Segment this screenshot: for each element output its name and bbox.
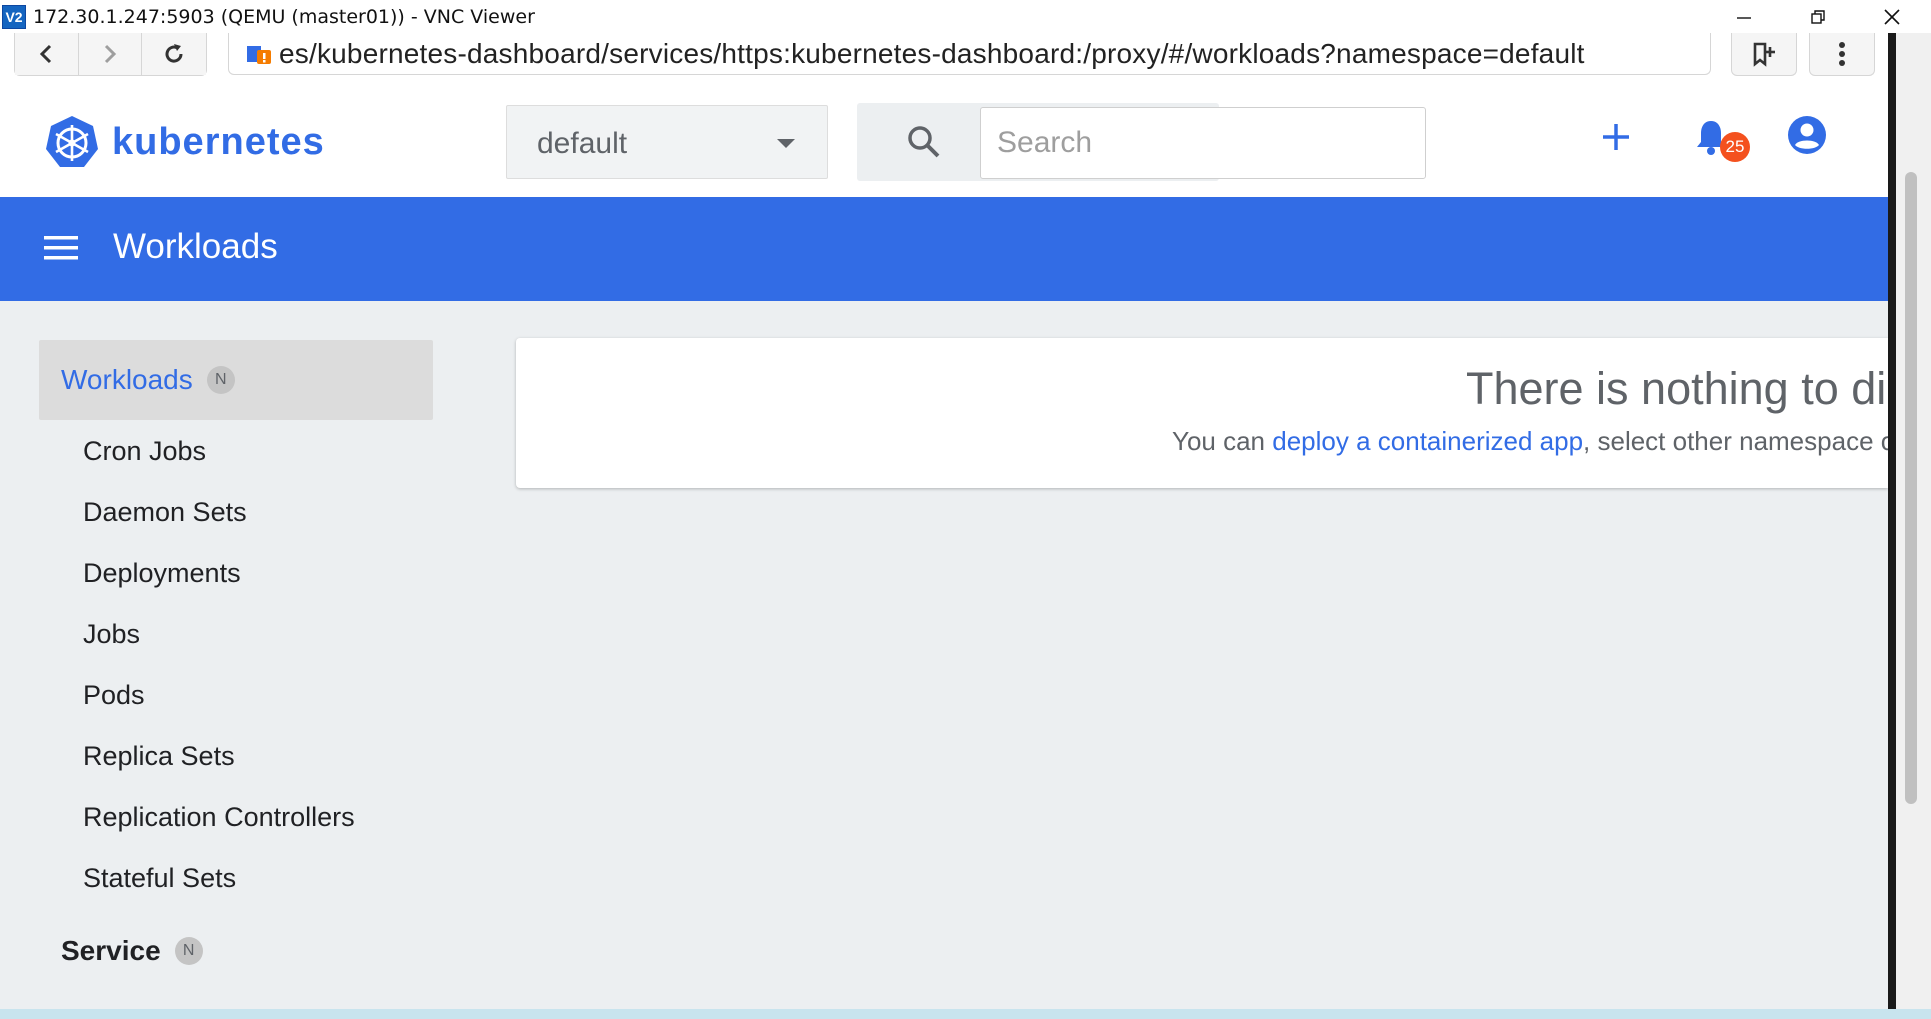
close-icon (1884, 8, 1900, 25)
kubernetes-wheel-icon (46, 116, 98, 167)
reload-icon (165, 44, 183, 63)
namespace-selector[interactable]: default (506, 105, 828, 179)
sidebar-item-workloads[interactable]: Workloads N (61, 364, 235, 396)
search-icon[interactable] (905, 123, 943, 161)
namespaced-chip: N (206, 366, 235, 394)
address-bar[interactable]: es/kubernetes-dashboard/services/https:k… (228, 33, 1711, 75)
page-toolbar: Workloads (0, 197, 1888, 301)
site-warning-icon[interactable] (245, 40, 275, 68)
window-edge (1888, 33, 1896, 1009)
brand-name: kubernetes (112, 120, 325, 163)
empty-state-title: There is nothing to di (1466, 363, 1887, 414)
notification-count-badge: 25 (1720, 132, 1750, 162)
sidebar-item-stateful-sets[interactable]: Stateful Sets (83, 863, 236, 894)
sidebar-item-replica-sets[interactable]: Replica Sets (83, 741, 235, 772)
reload-button[interactable] (142, 33, 206, 75)
dashboard-header: kubernetes default 25 (0, 83, 1888, 197)
search-input[interactable] (980, 107, 1426, 179)
namespaced-chip: N (174, 937, 203, 965)
hamburger-menu-icon[interactable] (44, 235, 78, 261)
empty-state-card: There is nothing to di You can deploy a … (516, 338, 1888, 488)
more-vert-icon (1839, 42, 1845, 66)
sidebar-item-replication-controllers[interactable]: Replication Controllers (83, 802, 355, 833)
sidebar-section-label: Workloads (61, 364, 193, 395)
account-circle-icon[interactable] (1787, 115, 1827, 155)
minimize-button[interactable] (1707, 0, 1781, 33)
sidebar-item-daemon-sets[interactable]: Daemon Sets (83, 497, 247, 528)
browser-menu-button[interactable] (1809, 33, 1875, 76)
sidebar-item-jobs[interactable]: Jobs (83, 619, 140, 650)
minimize-icon (1737, 16, 1751, 19)
window-title: 172.30.1.247:5903 (QEMU (master01)) - VN… (33, 5, 535, 28)
vertical-scrollbar[interactable] (1896, 33, 1931, 1009)
empty-state-message: You can deploy a containerized app, sele… (1172, 426, 1888, 457)
vnc-app-icon: V2 (2, 4, 26, 29)
sidebar-item-pods[interactable]: Pods (83, 680, 145, 711)
empty-state-prefix: You can (1172, 426, 1273, 456)
restore-icon (1811, 9, 1825, 24)
horizontal-scrollbar[interactable] (0, 1009, 1931, 1019)
dropdown-arrow-icon (777, 139, 795, 148)
scrollbar-thumb[interactable] (1905, 172, 1917, 804)
sidebar-item-deployments[interactable]: Deployments (83, 558, 241, 589)
browser-nav-buttons (14, 33, 207, 76)
main-area: Workloads N Cron Jobs Daemon Sets Deploy… (0, 301, 1888, 1009)
namespace-value: default (537, 127, 628, 160)
bookmark-add-icon (1753, 42, 1775, 67)
forward-button[interactable] (78, 33, 143, 75)
sidebar-item-service[interactable]: Service N (61, 935, 203, 967)
kubernetes-logo[interactable]: kubernetes (44, 114, 325, 170)
back-button[interactable] (15, 33, 79, 75)
bookmark-button[interactable] (1731, 33, 1797, 76)
empty-state-suffix: , select other namespace or (1583, 426, 1888, 456)
restore-button[interactable] (1781, 0, 1855, 33)
url-text: es/kubernetes-dashboard/services/https:k… (279, 37, 1585, 69)
forward-icon (104, 44, 117, 64)
browser-toolbar: es/kubernetes-dashboard/services/https:k… (0, 33, 1888, 83)
sidebar-item-cron-jobs[interactable]: Cron Jobs (83, 436, 206, 467)
sidebar-section-label: Service (61, 935, 161, 966)
vnc-title-bar: V2 172.30.1.247:5903 (QEMU (master01)) -… (0, 0, 1931, 33)
create-plus-icon[interactable] (1599, 120, 1633, 154)
page-title: Workloads (113, 227, 278, 266)
deploy-app-link[interactable]: deploy a containerized app (1272, 426, 1583, 456)
back-icon (40, 44, 52, 64)
close-button[interactable] (1855, 0, 1929, 33)
